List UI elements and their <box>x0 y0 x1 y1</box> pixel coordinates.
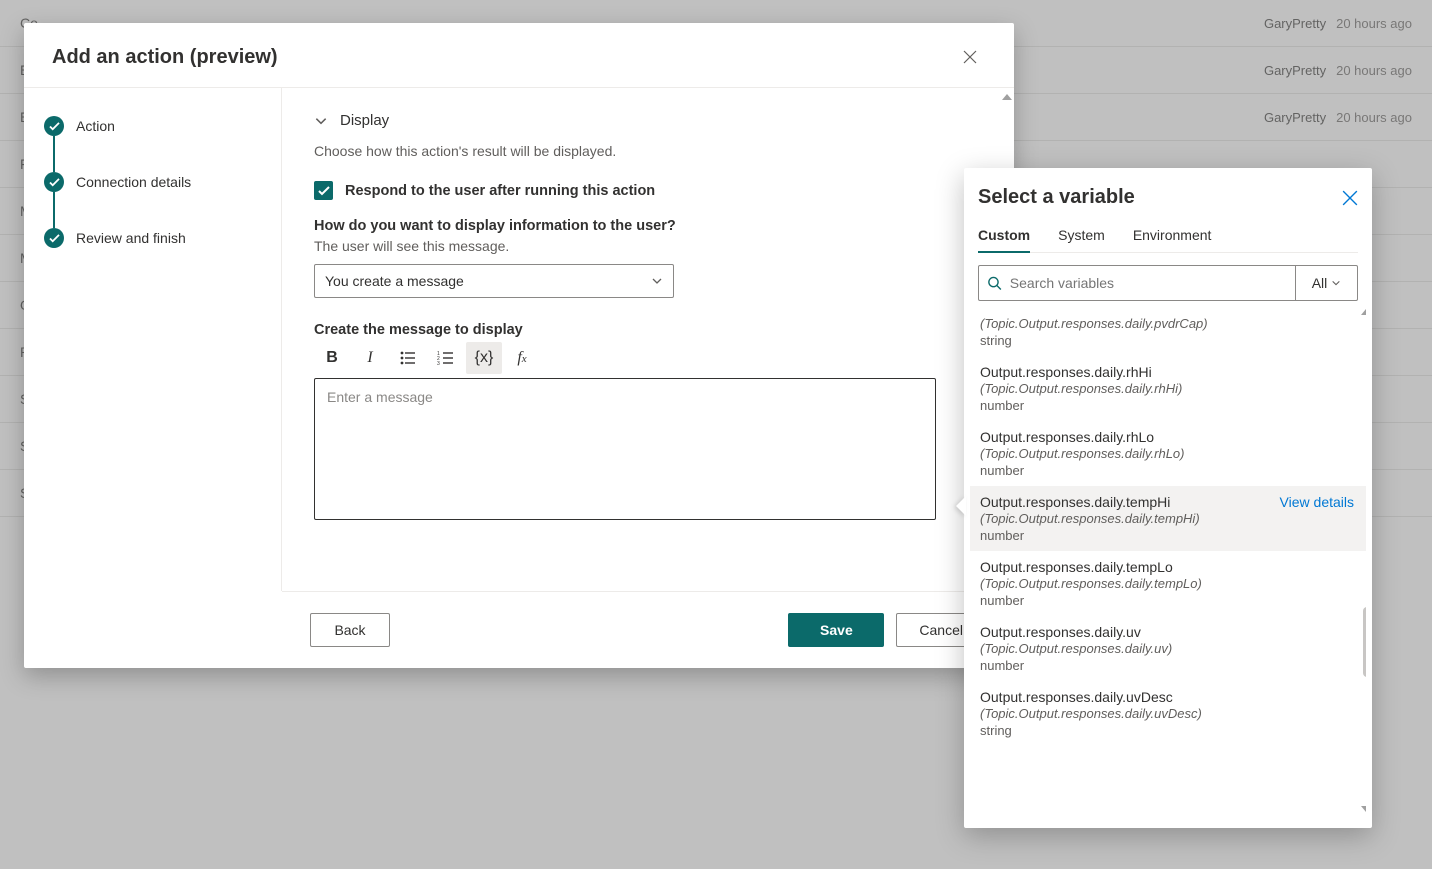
variable-type: number <box>980 463 1354 478</box>
variable-type: number <box>980 398 1354 413</box>
check-icon <box>44 172 64 192</box>
close-icon[interactable] <box>1342 190 1358 206</box>
chevron-down-icon <box>314 114 328 128</box>
bold-button[interactable]: B <box>314 342 350 374</box>
close-icon[interactable] <box>954 41 986 73</box>
wizard-step[interactable]: Connection details <box>44 172 261 228</box>
numbered-list-button[interactable]: 123 <box>428 342 464 374</box>
variable-item[interactable]: Output.responses.daily.rhLo(Topic.Output… <box>978 421 1358 486</box>
chevron-down-icon <box>1331 278 1341 288</box>
section-toggle-display[interactable]: Display <box>314 112 982 129</box>
variable-path: (Topic.Output.responses.daily.uvDesc) <box>980 706 1354 721</box>
modal-content: Display Choose how this action's result … <box>282 88 1014 591</box>
variable-path: (Topic.Output.responses.daily.rhLo) <box>980 446 1354 461</box>
add-action-modal: Add an action (preview) Action Connection… <box>24 23 1014 668</box>
modal-footer: Back Save Cancel <box>282 591 1014 668</box>
variable-path: (Topic.Output.responses.daily.rhHi) <box>980 381 1354 396</box>
editor-toolbar: B I 123 {x} fx <box>314 342 982 374</box>
formula-button[interactable]: fx <box>504 342 540 374</box>
variable-name: Output.responses.daily.tempLo <box>980 559 1354 575</box>
scroll-up-icon[interactable] <box>1002 94 1012 100</box>
popover-pointer <box>956 496 966 516</box>
italic-button[interactable]: I <box>352 342 388 374</box>
view-details-link[interactable]: View details <box>1280 494 1354 510</box>
variable-item[interactable]: Output.responses.daily.uv(Topic.Output.r… <box>978 616 1358 681</box>
variable-path: (Topic.Output.responses.daily.pvdrCap) <box>980 316 1354 331</box>
wizard-step[interactable]: Review and finish <box>44 228 261 248</box>
display-question-label: How do you want to display information t… <box>314 218 982 234</box>
variable-type: number <box>980 658 1354 673</box>
variable-item[interactable]: Output.responses.daily.rhHi(Topic.Output… <box>978 356 1358 421</box>
variable-path: (Topic.Output.responses.daily.tempHi) <box>980 511 1280 526</box>
back-button[interactable]: Back <box>310 613 390 647</box>
search-icon <box>987 275 1002 291</box>
variable-item[interactable]: Output.responses.daily.uvDesc(Topic.Outp… <box>978 681 1358 746</box>
variable-name: Output.responses.daily.rhLo <box>980 429 1354 445</box>
create-message-label: Create the message to display <box>314 322 982 338</box>
insert-variable-button[interactable]: {x} <box>466 342 502 374</box>
section-description: Choose how this action's result will be … <box>314 143 982 159</box>
check-icon <box>44 228 64 248</box>
tab-environment[interactable]: Environment <box>1133 223 1212 252</box>
variable-type: string <box>980 723 1354 738</box>
scroll-down-icon[interactable] <box>1361 806 1366 812</box>
filter-type-dropdown[interactable]: All <box>1295 266 1357 300</box>
variable-scope-tabs: Custom System Environment <box>978 223 1358 253</box>
variable-name: Output.responses.daily.tempHi <box>980 494 1280 510</box>
variable-item[interactable]: Output.responses.daily.tempHi(Topic.Outp… <box>970 486 1366 551</box>
section-title: Display <box>340 112 389 129</box>
wizard-stepper: Action Connection details Review and finis… <box>24 88 282 591</box>
wizard-step[interactable]: Action <box>44 116 261 172</box>
modal-title: Add an action (preview) <box>52 46 278 69</box>
step-label: Review and finish <box>76 230 186 246</box>
respond-checkbox[interactable] <box>314 181 333 200</box>
tab-custom[interactable]: Custom <box>978 223 1030 253</box>
variable-name: Output.responses.daily.uv <box>980 624 1354 640</box>
variable-type: number <box>980 528 1280 543</box>
editor-placeholder: Enter a message <box>327 389 433 405</box>
scrollbar-thumb[interactable] <box>1363 607 1366 677</box>
search-variables-input[interactable] <box>1010 275 1287 291</box>
message-editor[interactable]: Enter a message <box>314 378 936 520</box>
variable-list[interactable]: (Topic.Output.responses.daily.pvdrCap) st… <box>970 307 1366 814</box>
bullet-list-button[interactable] <box>390 342 426 374</box>
variable-path: (Topic.Output.responses.daily.tempLo) <box>980 576 1354 591</box>
save-button[interactable]: Save <box>788 613 884 647</box>
check-icon <box>44 116 64 136</box>
variable-item[interactable]: (Topic.Output.responses.daily.pvdrCap) st… <box>978 307 1358 356</box>
display-mode-dropdown[interactable]: You create a message <box>314 264 674 298</box>
display-sub-label: The user will see this message. <box>314 238 982 254</box>
popover-title: Select a variable <box>978 186 1135 209</box>
step-label: Connection details <box>76 174 191 190</box>
dropdown-selected-value: You create a message <box>325 273 464 289</box>
respond-checkbox-label: Respond to the user after running this a… <box>345 183 655 199</box>
variable-name: Output.responses.daily.rhHi <box>980 364 1354 380</box>
tab-system[interactable]: System <box>1058 223 1105 252</box>
variable-name: Output.responses.daily.uvDesc <box>980 689 1354 705</box>
variable-item[interactable]: Output.responses.daily.tempLo(Topic.Outp… <box>978 551 1358 616</box>
chevron-down-icon <box>651 275 663 287</box>
step-label: Action <box>76 118 115 134</box>
variable-type: number <box>980 593 1354 608</box>
variable-picker-popover: Select a variable Custom System Environm… <box>964 168 1372 828</box>
svg-text:3: 3 <box>437 361 440 367</box>
variable-path: (Topic.Output.responses.daily.uv) <box>980 641 1354 656</box>
variable-type: string <box>980 333 1354 348</box>
scroll-up-icon[interactable] <box>1361 309 1366 315</box>
